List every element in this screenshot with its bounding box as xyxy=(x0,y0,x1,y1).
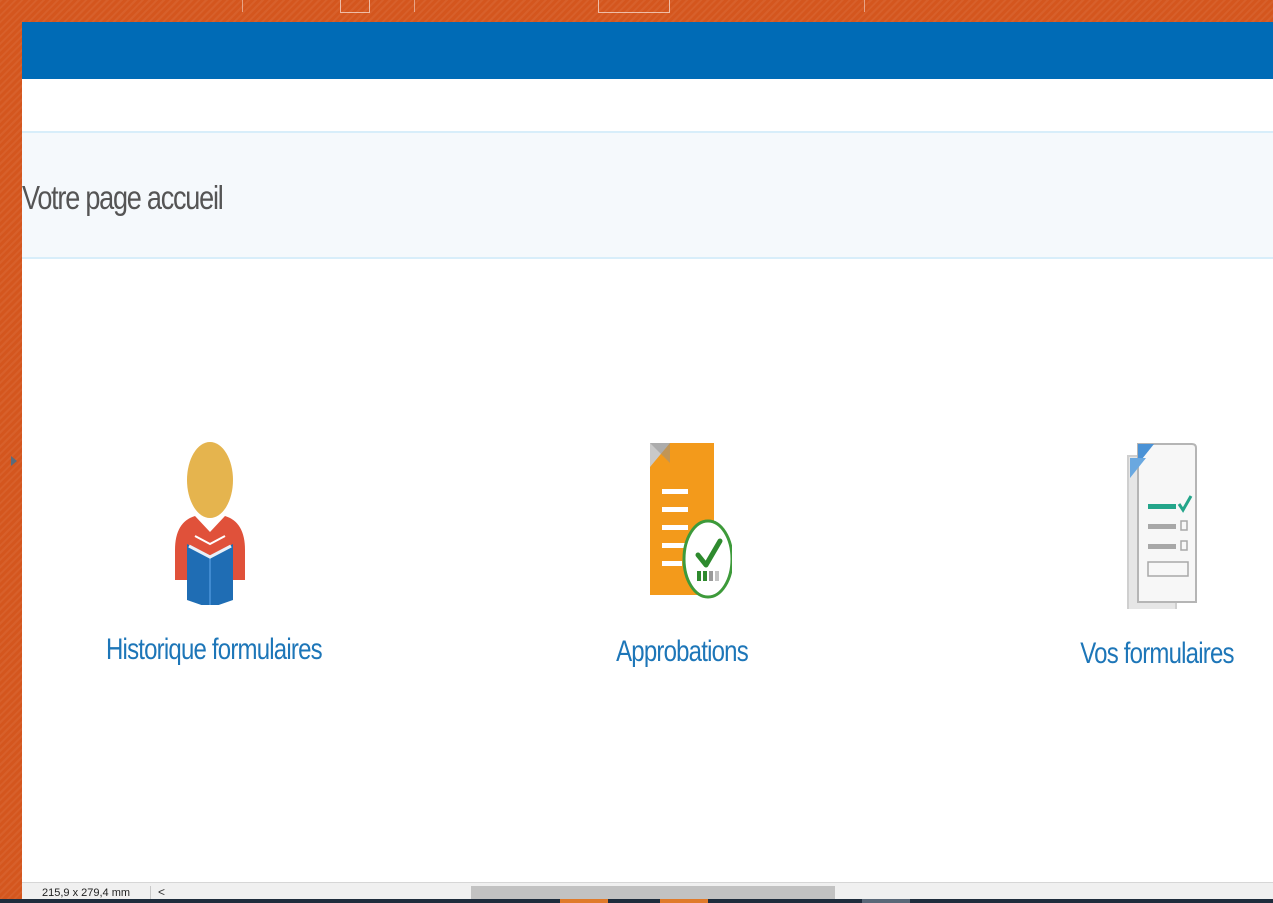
paper-size-readout: 215,9 x 279,4 mm xyxy=(42,887,131,899)
page-title: Votre page accueil xyxy=(22,179,224,216)
approved-document-icon xyxy=(650,443,732,599)
site-header-bar xyxy=(22,22,1273,79)
tile-label-approbations[interactable]: Approbations xyxy=(586,635,778,669)
viewer-toolbar-remnant xyxy=(22,0,1273,22)
scroll-left-icon[interactable]: < xyxy=(158,885,165,899)
tile-label-vos-formulaires[interactable]: Vos formulaires xyxy=(1065,637,1249,671)
expand-panel-arrow-icon[interactable] xyxy=(11,456,17,466)
tile-label-historique[interactable]: Historique formulaires xyxy=(106,633,323,667)
toolbar-divider xyxy=(414,0,415,12)
toolbar-divider xyxy=(242,0,243,12)
title-band: Votre page accueil xyxy=(22,131,1273,259)
toolbar-field[interactable] xyxy=(340,0,370,13)
taskbar-item[interactable] xyxy=(862,899,910,903)
taskbar-item[interactable] xyxy=(660,899,708,903)
tile-historique-formulaires[interactable]: Historique formulaires xyxy=(80,440,340,667)
checklist-form-icon xyxy=(1127,443,1197,609)
document-page: Votre page accueil Historique formulaire… xyxy=(22,22,1273,882)
reader-person-icon xyxy=(175,442,245,605)
taskbar-item[interactable] xyxy=(560,899,608,903)
toolbar-zoom-field[interactable] xyxy=(598,0,670,13)
tile-approbations[interactable]: Approbations xyxy=(562,437,802,669)
toolbar-divider xyxy=(864,0,865,12)
taskbar-strip xyxy=(0,899,1273,903)
tile-vos-formulaires[interactable]: Vos formulaires xyxy=(1042,434,1272,671)
